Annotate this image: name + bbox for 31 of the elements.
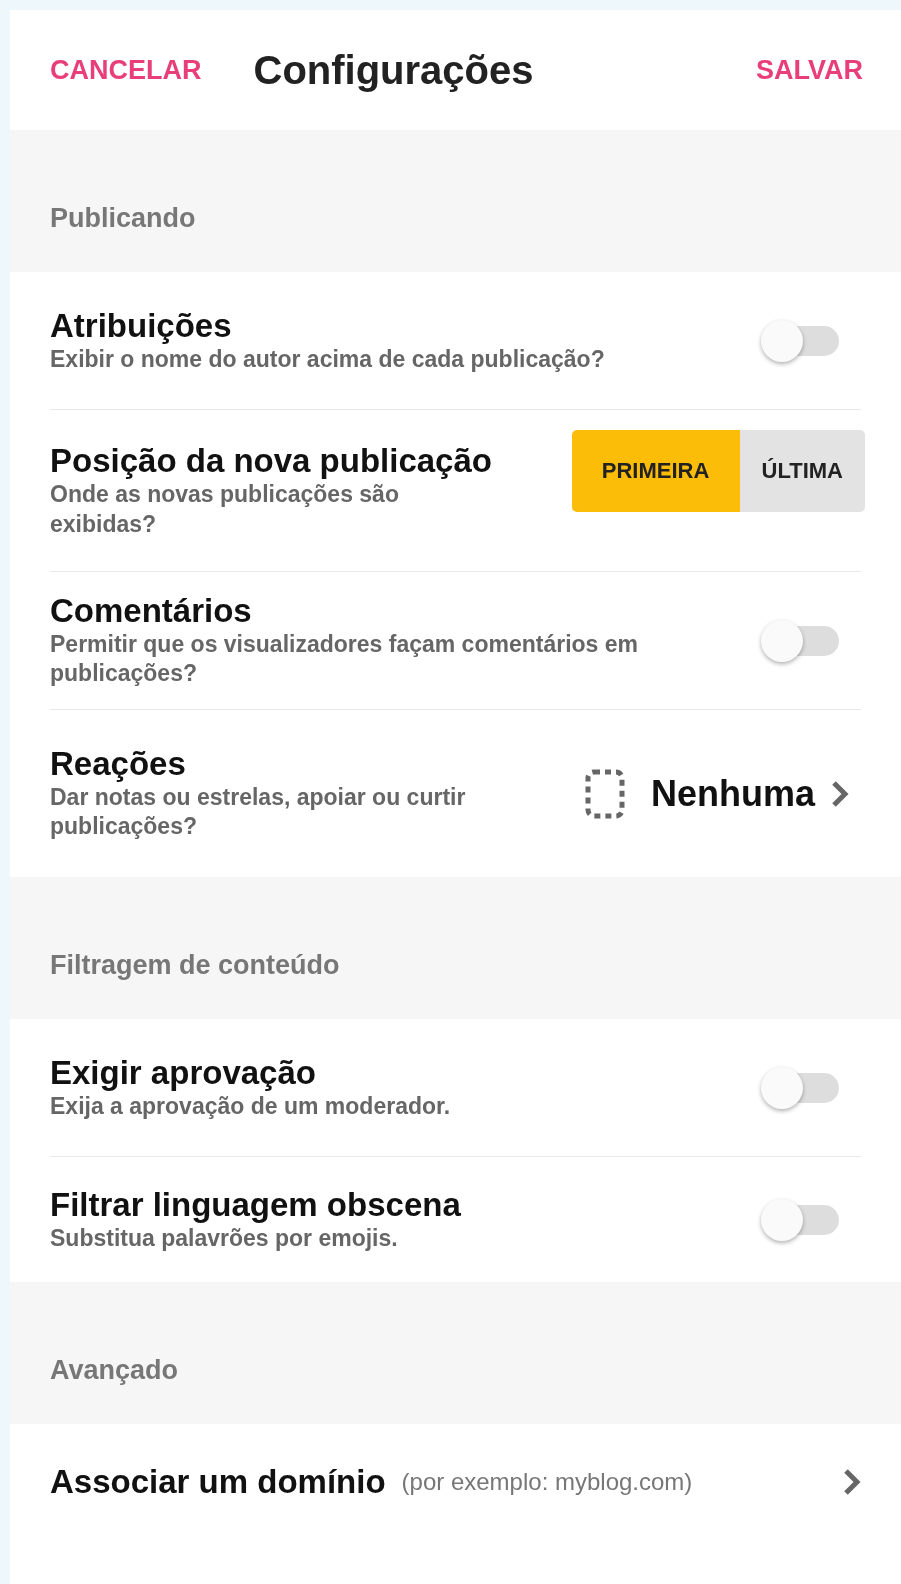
reaction-value[interactable]: Nenhuma xyxy=(650,772,815,815)
setting-description: Exibir o nome do autor acima de cada publicação? xyxy=(50,344,606,374)
section-header: Filtragem de conteúdo xyxy=(10,877,901,1019)
setting-description: Permitir que os visualizadores façam comentários em publicações? xyxy=(50,629,639,689)
section-header: Publicando xyxy=(10,130,901,272)
setting-title: Posição da nova publicação xyxy=(50,442,493,480)
setting-title: Reações xyxy=(50,744,187,783)
setting-description: Exija a aprovação de um moderador. xyxy=(50,1091,452,1121)
toggle-switch[interactable] xyxy=(761,1198,839,1241)
toggle-switch[interactable] xyxy=(761,319,839,362)
segment-button[interactable]: ÚLTIMA xyxy=(739,429,865,512)
setting-title: Atribuições xyxy=(50,306,233,345)
toggle-switch[interactable] xyxy=(761,1066,839,1109)
section-header: Avançado xyxy=(10,1282,901,1424)
dashed-square-icon xyxy=(584,768,625,819)
setting-description: Substitua palavrões por emojis. xyxy=(50,1223,399,1253)
segment-button[interactable]: PRIMEIRA xyxy=(571,429,740,512)
setting-title: Exigir aprovação xyxy=(50,1053,317,1092)
save-button[interactable]: SALVAR xyxy=(756,49,863,91)
chevron-right-icon xyxy=(831,779,849,808)
setting-description: Dar notas ou estrelas, apoiar ou curtir publicações? xyxy=(50,782,467,842)
setting-description: Onde as novas publicações são exibidas? xyxy=(50,479,400,539)
screen-title: Configurações xyxy=(253,47,534,94)
setting-title: Filtrar linguagem obscena xyxy=(50,1185,462,1224)
toggle-switch[interactable] xyxy=(761,619,839,662)
cancel-button[interactable]: CANCELAR xyxy=(50,49,202,91)
setting-row[interactable]: Associar um domínio (por exemplo: myblog.com) xyxy=(50,1424,861,1539)
chevron-right-icon xyxy=(843,1467,861,1496)
setting-title: Comentários xyxy=(50,591,253,630)
setting-title: Associar um domínio xyxy=(50,1462,386,1501)
setting-hint: (por exemplo: myblog.com) xyxy=(401,1466,693,1497)
